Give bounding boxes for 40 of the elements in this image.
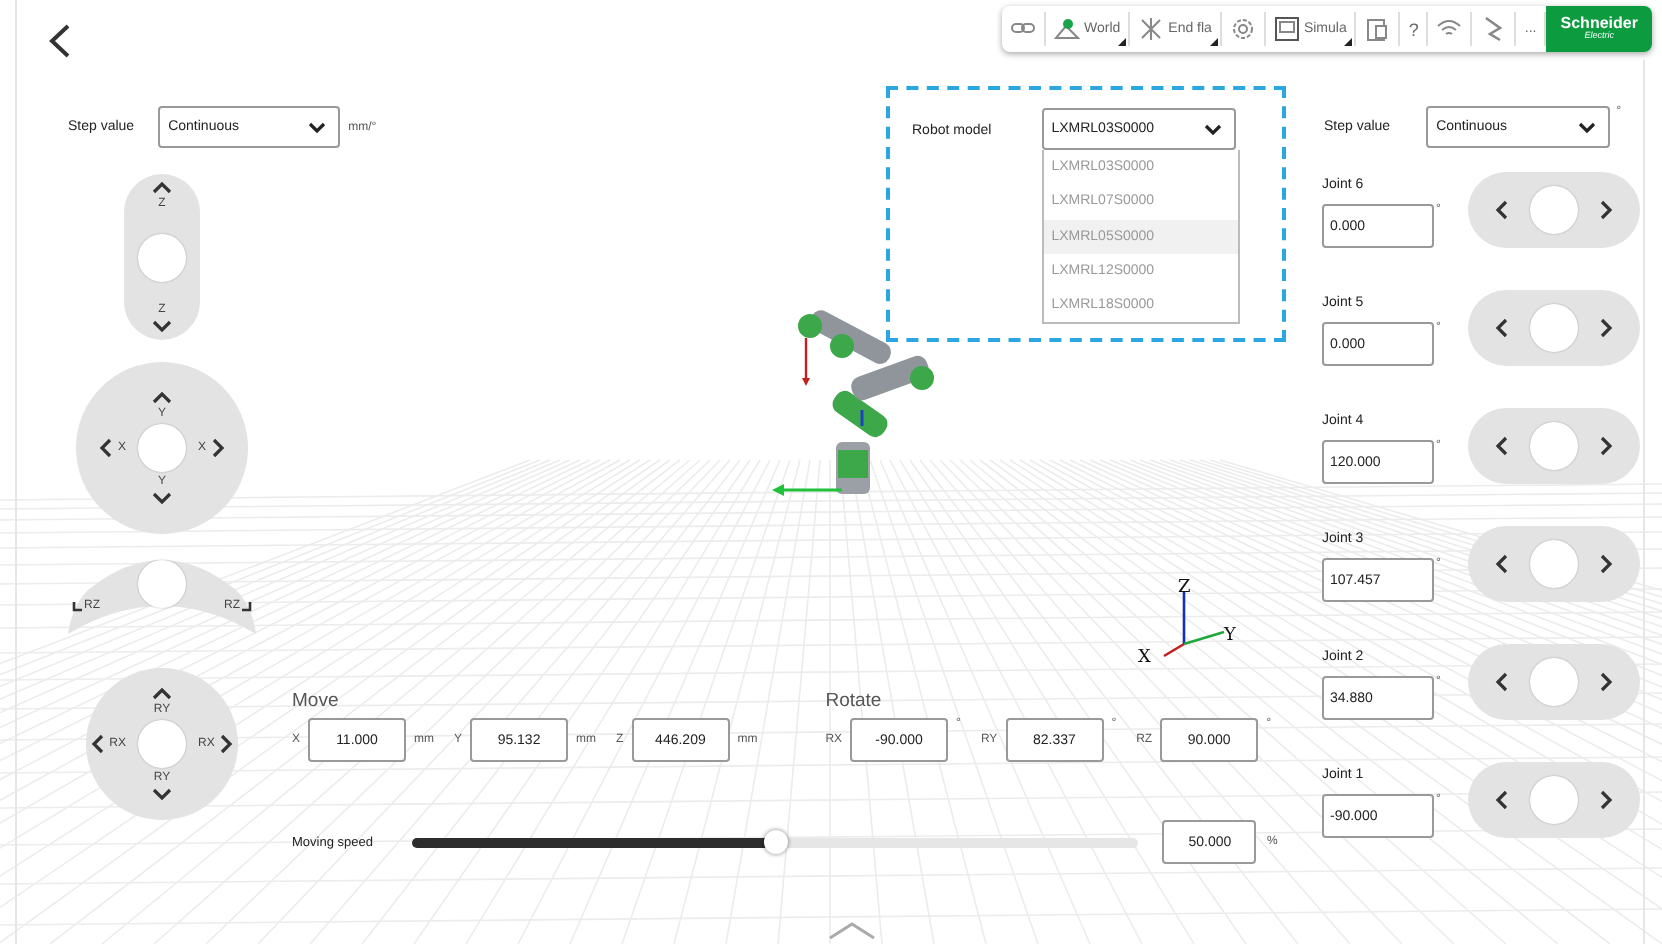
- chevron-icon[interactable]: [89, 734, 106, 754]
- chevron-icon[interactable]: [1494, 318, 1511, 338]
- frame-icon: [1054, 19, 1080, 39]
- tool-icon: [1141, 17, 1162, 41]
- wifi-icon[interactable]: [1437, 20, 1462, 35]
- chevron-icon[interactable]: [152, 318, 172, 334]
- chevron-icon[interactable]: [1494, 200, 1511, 220]
- chevron-icon[interactable]: [152, 180, 172, 196]
- caret-icon: [308, 121, 327, 133]
- corner-icon[interactable]: [72, 602, 82, 612]
- chevron-icon[interactable]: [152, 390, 172, 406]
- chevron-icon[interactable]: [1494, 672, 1511, 692]
- chevron-icon[interactable]: [1494, 554, 1511, 574]
- section-title: Move: [292, 690, 341, 712]
- chevron-icon[interactable]: [152, 490, 172, 506]
- corner-icon[interactable]: [242, 602, 252, 612]
- link-icon[interactable]: [1011, 23, 1035, 33]
- clipboard-icon[interactable]: [1367, 19, 1388, 41]
- chevron-icon[interactable]: [1598, 436, 1615, 456]
- chevron-icon[interactable]: [152, 786, 172, 802]
- help-button[interactable]: ?: [1408, 19, 1419, 39]
- chevron-icon[interactable]: [210, 438, 227, 458]
- chevron-icon[interactable]: [218, 734, 235, 754]
- chevron-icon[interactable]: [1598, 200, 1615, 220]
- chevron-icon[interactable]: [97, 438, 114, 458]
- monitor-icon: [1274, 17, 1299, 41]
- axes-triad-drawing: Z Y X: [1138, 578, 1236, 668]
- chevron-icon[interactable]: [1598, 554, 1615, 574]
- chevron-icon[interactable]: [1598, 318, 1615, 338]
- chevron-icon[interactable]: [1494, 790, 1511, 810]
- chevron-icon[interactable]: [1598, 790, 1615, 810]
- caret-icon: [1203, 123, 1222, 135]
- chevron-icon[interactable]: [152, 686, 172, 702]
- caret-icon: [1578, 121, 1597, 133]
- chevron-icon[interactable]: [1598, 672, 1615, 692]
- back-icon[interactable]: [48, 24, 72, 58]
- section-title: Rotate: [825, 690, 884, 712]
- settings-icon[interactable]: [1232, 19, 1253, 39]
- slider-thumb[interactable]: [763, 829, 788, 853]
- chevron-icon[interactable]: [1494, 436, 1511, 456]
